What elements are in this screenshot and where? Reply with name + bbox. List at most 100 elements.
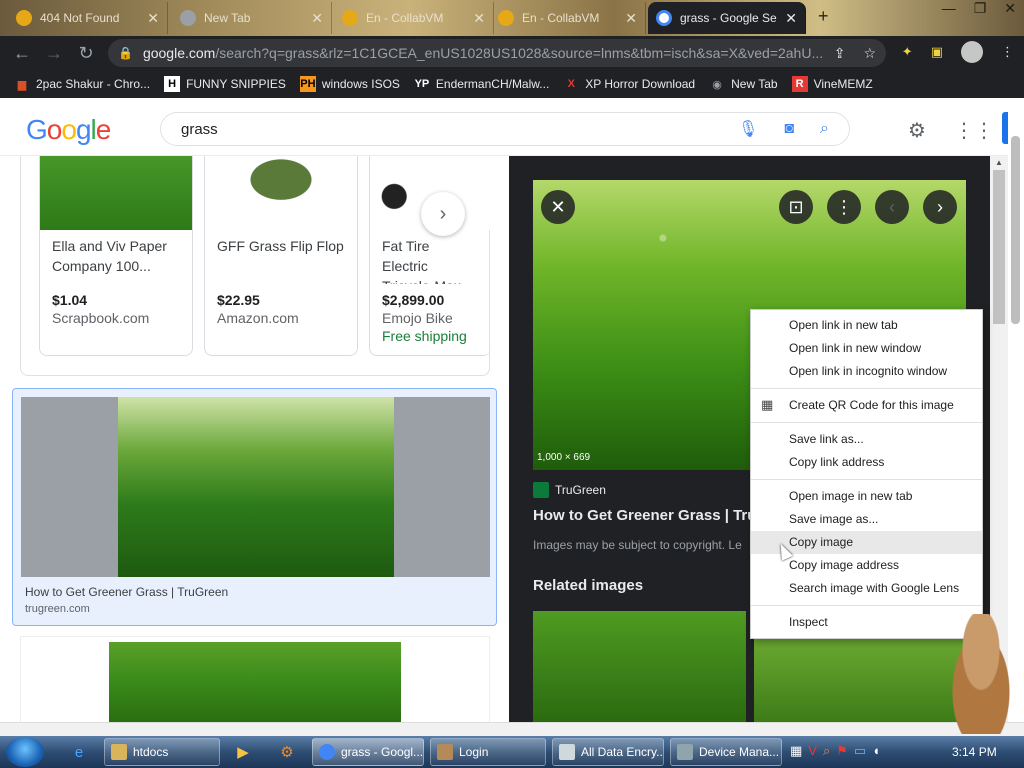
scrollbar-thumb[interactable] [993,170,1005,324]
search-box[interactable]: grass 🎙 ◙ ⌕ [160,112,850,146]
tray-flag-icon[interactable]: ⚑ [836,743,848,759]
app-quicklaunch-icon[interactable]: ⚙ [276,741,298,763]
taskbar-all-data-encrypted[interactable]: All Data Encry... [552,738,664,766]
source-row[interactable]: TruGreen [533,482,606,498]
menu-copy-link-address[interactable]: Copy link address [751,451,982,474]
bookmark-label: XP Horror Download [585,77,696,91]
tab-new-tab[interactable]: New Tab ✕ [172,2,332,34]
reload-icon[interactable]: ↻ [70,37,102,69]
bookmark-item[interactable]: X XP Horror Download [563,76,696,92]
tray-volume-icon[interactable]: ◖ [872,743,880,759]
close-preview-icon[interactable]: ✕ [541,190,575,224]
bookmark-favicon-icon: ◉ [712,78,722,91]
tray-v-icon[interactable]: V [808,743,817,759]
back-icon[interactable]: ← [6,37,38,69]
address-bar[interactable]: 🔒 google.com/search?q=grass&rlz=1C1GCEA_… [108,39,886,67]
close-tab-icon[interactable]: ✕ [311,10,323,27]
voice-search-icon[interactable]: 🎙 [738,119,758,139]
tab-collabvm-2[interactable]: En - CollabVM ✕ [490,2,646,34]
google-logo[interactable]: Google [26,114,111,146]
result-caption[interactable]: How to Get Greener Grass | TruGreen [25,585,228,599]
menu-separator [751,388,982,389]
new-tab-icon[interactable]: + [818,6,829,27]
media-player-icon[interactable]: ▶ [232,741,254,763]
close-window-icon[interactable]: ✕ [1004,0,1016,17]
bookmark-item[interactable]: YP EndermanCH/Malw... [414,76,550,92]
bookmark-favicon-icon: ▆ [17,78,27,91]
side-panel-icon[interactable]: ▣ [931,44,943,60]
menu-open-link-new-window[interactable]: Open link in new window [751,337,982,360]
search-icon[interactable]: ⌕ [820,120,829,138]
preview-title[interactable]: How to Get Greener Grass | TruG [533,507,768,524]
horizontal-scrollbar[interactable] [0,722,1024,736]
menu-separator [751,605,982,606]
taskbar-htdocs[interactable]: htdocs [104,738,220,766]
tab-404[interactable]: 404 Not Found ✕ [8,2,168,34]
taskbar-login[interactable]: Login [430,738,546,766]
profile-avatar[interactable] [961,41,983,63]
menu-search-google-lens[interactable]: Search image with Google Lens [751,577,982,600]
related-image[interactable] [533,611,746,722]
menu-kebab-icon[interactable]: ⋮ [1001,44,1014,60]
bookmark-star-icon[interactable]: ☆ [863,45,876,62]
carousel-next-icon[interactable]: › [421,192,465,236]
folder-icon [111,744,127,760]
bookmark-favicon-icon: YP [414,78,430,90]
taskbar-clock[interactable]: 3:14 PM [952,745,997,759]
next-image-icon[interactable]: › [923,190,957,224]
previous-image-icon[interactable]: ‹ [875,190,909,224]
close-tab-icon[interactable]: ✕ [147,10,159,27]
product-store: Amazon.com [217,310,299,326]
more-options-icon[interactable]: ⋮ [827,190,861,224]
tray-monitor-icon[interactable]: ▭ [854,743,866,759]
maximize-icon[interactable]: ❐ [974,0,987,17]
lens-search-icon[interactable]: ⊡ [779,190,813,224]
search-input[interactable]: grass [181,121,218,138]
bookmark-item[interactable]: ▆ 2pac Shakur - Chro... [14,76,150,92]
extensions-icon[interactable]: ✦ [902,44,913,60]
menu-save-image-as[interactable]: Save image as... [751,508,982,531]
page-scrollbar-thumb[interactable] [1011,136,1020,324]
bookmark-item[interactable]: PH windows ISOS [299,76,400,92]
menu-create-qr-code[interactable]: ▦ Create QR Code for this image [751,394,982,417]
url-path: /search?q=grass&rlz=1C1GCEA_enUS1028US10… [215,45,824,61]
product-card[interactable]: GFF Grass Flip Flop $22.95 Amazon.com [204,156,358,356]
product-card[interactable]: Ella and Viv Paper Company 100... $1.04 … [39,156,193,356]
system-tray: ▦ V ⌕ ⚑ ▭ ◖ [790,743,880,759]
menu-save-link-as[interactable]: Save link as... [751,428,982,451]
scroll-up-icon[interactable]: ▲ [995,158,1003,167]
bookmark-label: VineMEMZ [813,77,873,91]
close-tab-icon[interactable]: ✕ [473,10,485,27]
bookmark-item[interactable]: H FUNNY SNIPPIES [164,76,286,92]
tab-google-grass[interactable]: grass - Google Se ✕ [648,2,806,34]
product-name: Fat Tire Electric Tricycle-Max Spe [382,238,461,284]
bookmark-item[interactable]: ◉ New Tab [709,76,777,92]
close-tab-icon[interactable]: ✕ [785,10,797,27]
selected-image-result[interactable]: How to Get Greener Grass | TruGreen trug… [12,388,497,626]
product-shipping: Free shipping [382,328,467,344]
tray-app-icon[interactable]: ▦ [790,743,802,759]
share-icon[interactable]: ⇪ [834,45,846,62]
tray-search-icon[interactable]: ⌕ [823,743,830,759]
forward-icon[interactable]: → [38,37,70,69]
settings-gear-icon[interactable]: ⚙ [908,118,926,143]
product-image [40,156,192,230]
menu-open-link-incognito[interactable]: Open link in incognito window [751,360,982,383]
lens-camera-icon[interactable]: ◙ [784,120,794,138]
bookmark-favicon-icon: R [791,76,808,92]
taskbar-chrome[interactable]: grass - Googl... [312,738,424,766]
internet-explorer-icon[interactable]: e [68,741,90,763]
close-tab-icon[interactable]: ✕ [625,10,637,27]
context-menu: Open link in new tab Open link in new wi… [750,309,983,639]
menu-open-link-new-tab[interactable]: Open link in new tab [751,314,982,337]
minimize-icon[interactable]: — [942,0,956,17]
bookmark-item[interactable]: R VineMEMZ [791,76,873,92]
task-label: htdocs [133,745,169,759]
menu-separator [751,479,982,480]
menu-open-image-new-tab[interactable]: Open image in new tab [751,485,982,508]
tab-collabvm-1[interactable]: En - CollabVM ✕ [334,2,494,34]
image-result[interactable] [20,636,490,722]
taskbar-device-manager[interactable]: Device Mana... [670,738,782,766]
product-card[interactable]: Fat Tire Electric Tricycle-Max Spe $2,89… [369,156,491,356]
start-button[interactable] [6,737,44,767]
